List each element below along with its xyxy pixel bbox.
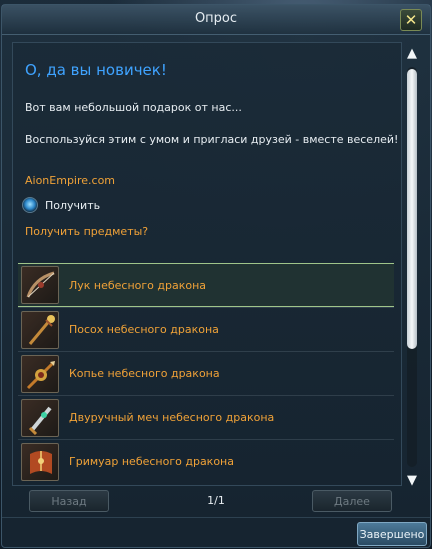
next-button[interactable]: Далее — [312, 490, 392, 512]
footer-divider — [2, 517, 430, 518]
scroll-up-icon[interactable]: ▲ — [405, 47, 419, 61]
item-list: Лук небесного дракона Посох небесного др… — [18, 263, 394, 483]
survey-window: Опрос ✕ О, да вы новичек! Вот вам неболь… — [1, 4, 431, 548]
item-label: Лук небесного дракона — [69, 278, 207, 292]
list-item[interactable]: Лук небесного дракона — [18, 263, 394, 307]
bow-icon — [21, 266, 59, 304]
spear-icon — [21, 354, 59, 393]
scrollbar[interactable]: ▲ ▼ — [403, 45, 421, 490]
staff-icon — [21, 310, 59, 349]
list-item[interactable]: Двуручный меч небесного дракона — [18, 395, 394, 439]
site-link[interactable]: AionEmpire.com — [25, 174, 115, 187]
scroll-down-icon[interactable]: ▼ — [405, 474, 419, 488]
list-item[interactable]: Гримуар небесного дракона — [18, 439, 394, 483]
intro-text: Вот вам небольшой подарок от нас... — [25, 101, 242, 114]
pager: Назад 1/1 Далее — [2, 490, 430, 514]
receive-option[interactable]: Получить — [22, 196, 100, 214]
grimoire-icon — [21, 442, 59, 481]
item-label: Гримуар небесного дракона — [69, 455, 234, 468]
invite-text: Воспользуйся этим с умом и пригласи друз… — [25, 133, 399, 146]
done-button[interactable]: Завершено — [357, 522, 427, 546]
list-item[interactable]: Копье небесного дракона — [18, 351, 394, 395]
item-label: Двуручный меч небесного дракона — [69, 411, 275, 424]
radio-button[interactable] — [22, 197, 38, 213]
window-title: Опрос — [194, 11, 238, 26]
item-label: Посох небесного дракона — [69, 323, 219, 336]
content-panel: О, да вы новичек! Вот вам небольшой пода… — [12, 42, 402, 486]
get-items-question: Получить предметы? — [25, 225, 149, 238]
radio-label: Получить — [45, 198, 101, 212]
greatsword-icon — [21, 398, 59, 437]
close-icon: ✕ — [404, 11, 418, 29]
item-label: Копье небесного дракона — [69, 367, 220, 380]
scroll-thumb[interactable] — [407, 69, 417, 349]
titlebar[interactable]: Опрос ✕ — [2, 5, 430, 35]
page-heading: О, да вы новичек! — [25, 61, 167, 79]
list-item[interactable]: Посох небесного дракона — [18, 307, 394, 351]
close-button[interactable]: ✕ — [400, 9, 422, 31]
